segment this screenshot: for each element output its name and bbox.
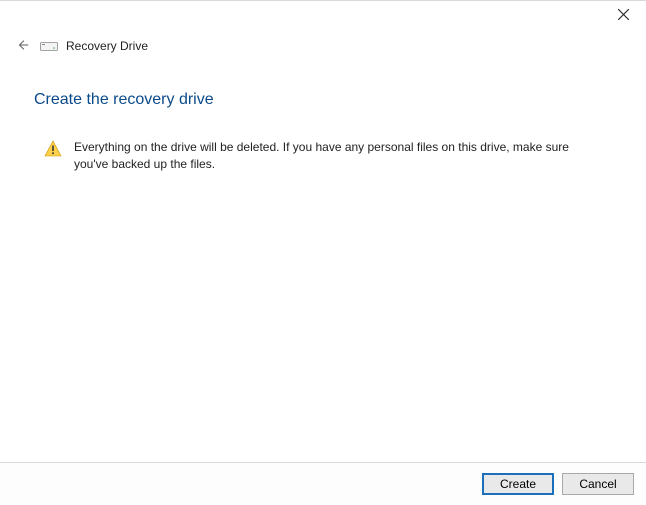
warning-row: Everything on the drive will be deleted.… (34, 139, 616, 174)
header-row: Recovery Drive (0, 31, 646, 55)
close-icon (618, 8, 629, 23)
close-button[interactable] (601, 1, 646, 29)
drive-icon (40, 40, 58, 52)
footer-button-bar: Create Cancel (0, 462, 646, 505)
create-button[interactable]: Create (482, 473, 554, 495)
window-title: Recovery Drive (66, 39, 148, 53)
back-arrow-icon (16, 38, 30, 55)
warning-icon (44, 140, 62, 158)
content-area: Create the recovery drive Everything on … (0, 55, 646, 462)
back-button[interactable] (14, 37, 32, 55)
page-heading: Create the recovery drive (34, 91, 616, 109)
cancel-button[interactable]: Cancel (562, 473, 634, 495)
titlebar (0, 1, 646, 31)
warning-text: Everything on the drive will be deleted.… (74, 139, 594, 174)
recovery-drive-wizard: Recovery Drive Create the recovery drive… (0, 0, 646, 505)
